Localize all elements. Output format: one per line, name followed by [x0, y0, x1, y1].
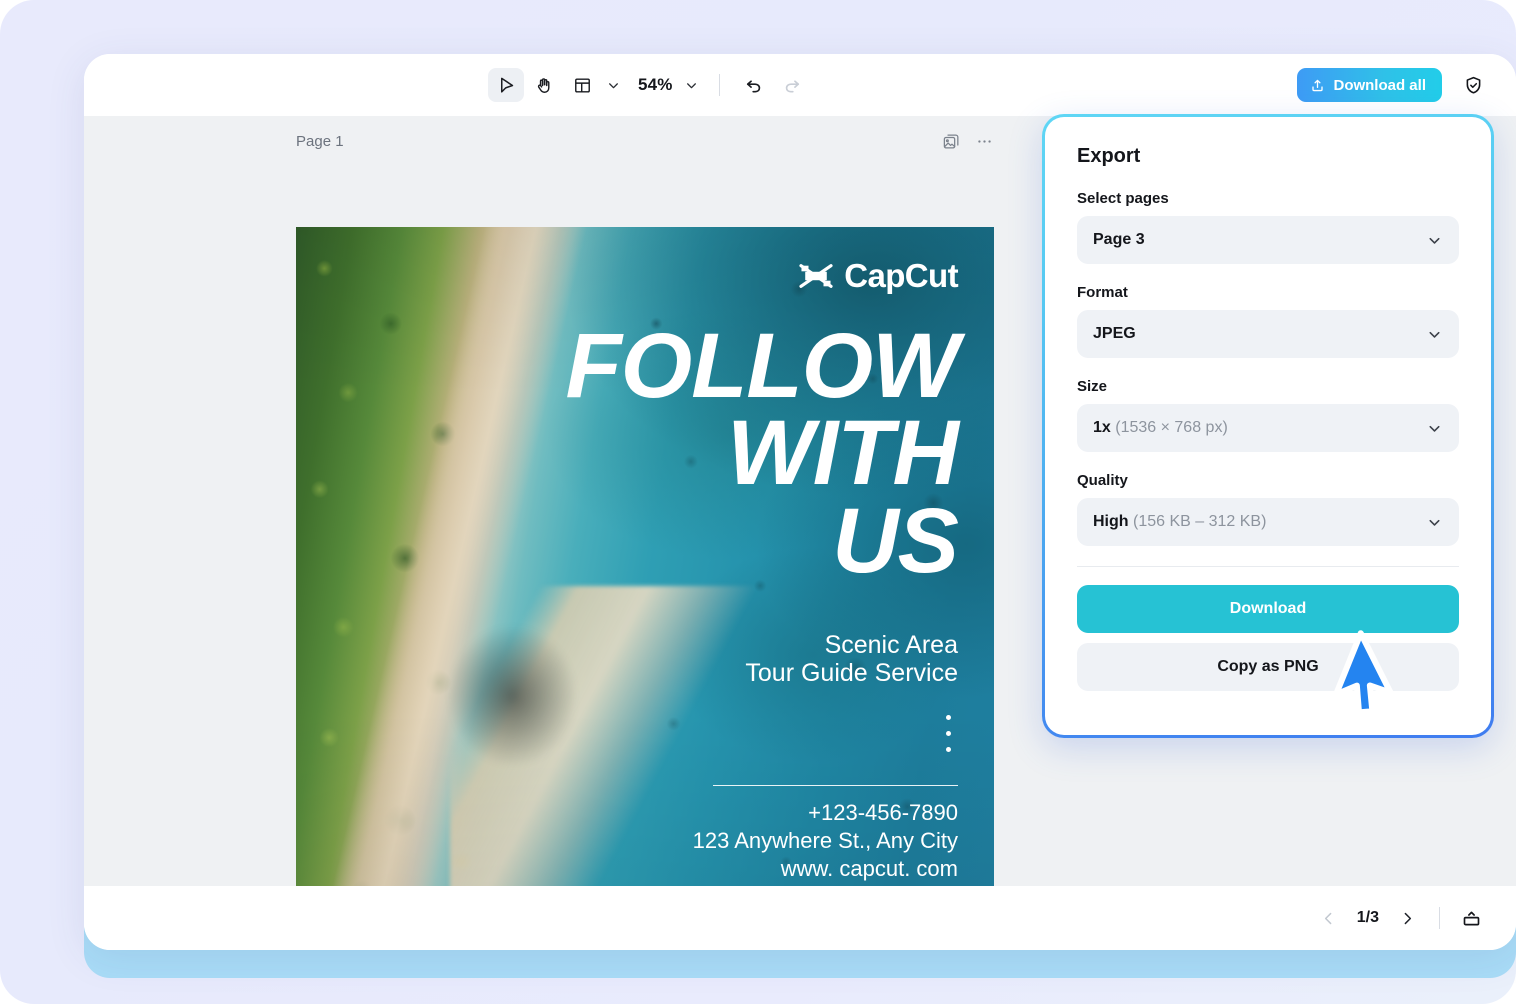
size-chevron	[1426, 420, 1443, 437]
page-header-row: Page 1	[296, 126, 994, 156]
poster-heading: FOLLOW WITH US	[398, 315, 959, 592]
poster-decorative-dots	[946, 715, 951, 752]
layout-dropdown-chevron[interactable]	[602, 70, 624, 100]
undo-button[interactable]	[736, 68, 772, 102]
poster-subtitle-line-1: Scenic Area	[824, 631, 958, 659]
quality-label: Quality	[1077, 472, 1128, 489]
toolbar-tool-group: 54%	[488, 54, 810, 116]
poster-artboard[interactable]: CapCut FOLLOW WITH US Scenic Area Tour G…	[296, 227, 994, 917]
zoom-dropdown-chevron[interactable]	[681, 70, 703, 100]
page-label: Page 1	[296, 132, 344, 150]
export-panel-title: Export	[1077, 145, 1141, 167]
download-button[interactable]: Download	[1077, 585, 1459, 633]
page-indicator: 1/3	[1356, 909, 1379, 926]
poster-brand-lockup: CapCut	[797, 257, 959, 295]
export-panel-inner: Export Select pages Page 3 Format JPEG S…	[1045, 117, 1491, 735]
select-pages-dropdown[interactable]: Page 3	[1077, 216, 1459, 264]
chevron-down-icon	[608, 82, 618, 88]
quality-dropdown[interactable]: High (156 KB – 312 KB)	[1077, 498, 1459, 546]
layout-grid-icon	[574, 77, 590, 93]
format-chevron	[1426, 326, 1443, 343]
shield-check-icon	[1466, 76, 1480, 94]
chevron-left-icon	[1325, 912, 1332, 924]
more-horizontal-icon	[978, 139, 991, 143]
poster-heading-line-2: WITH	[726, 402, 959, 505]
zoom-level-label[interactable]: 54%	[626, 75, 679, 95]
chevron-down-icon	[1429, 331, 1440, 338]
upload-share-icon	[1312, 79, 1324, 91]
select-tool-button[interactable]	[488, 68, 524, 102]
size-value-detail: (1536 × 768 px)	[1115, 419, 1228, 436]
poster-divider-top	[713, 785, 958, 786]
chevron-right-icon	[1404, 912, 1411, 924]
chevron-down-icon	[687, 82, 697, 88]
size-label: Size	[1077, 378, 1108, 395]
select-pages-value: Page 3	[1093, 231, 1145, 248]
poster-subtitle: Scenic Area Tour Guide Service	[745, 631, 958, 687]
hand-icon	[537, 77, 549, 93]
previous-page-button[interactable]	[1313, 902, 1345, 934]
duplicate-image-icon	[943, 134, 959, 148]
poster-brand-name: CapCut	[844, 257, 958, 294]
chevron-down-icon	[1429, 519, 1440, 526]
format-value: JPEG	[1093, 325, 1136, 342]
page-header-actions	[942, 132, 994, 151]
quality-value-detail: (156 KB – 312 KB)	[1133, 513, 1267, 530]
panel-toggle-button[interactable]	[1456, 903, 1486, 933]
poster-contact-phone: +123-456-7890	[808, 800, 958, 825]
poster-contact-website: www. capcut. com	[780, 856, 958, 882]
capcut-logo-icon	[799, 264, 833, 288]
page-more-options-button[interactable]	[975, 132, 994, 151]
poster-heading-line-1: FOLLOW	[565, 315, 959, 417]
format-dropdown[interactable]: JPEG	[1077, 310, 1459, 358]
undo-arrow-icon	[746, 80, 760, 93]
export-divider	[1077, 566, 1459, 567]
copy-as-png-button[interactable]: Copy as PNG	[1077, 643, 1459, 691]
redo-button[interactable]	[774, 68, 810, 102]
cursor-arrow-icon	[500, 77, 513, 93]
panel-toggle-icon	[1463, 911, 1479, 925]
duplicate-page-button[interactable]	[942, 132, 961, 151]
toolbar-divider	[718, 74, 720, 96]
export-panel: Export Select pages Page 3 Format JPEG S…	[1042, 114, 1494, 738]
quality-chevron	[1426, 514, 1443, 531]
poster-contact-address: 123 Anywhere St., Any City	[692, 828, 958, 854]
size-dropdown[interactable]: 1x (1536 × 768 px)	[1077, 404, 1459, 452]
toolbar: 54% Download all	[84, 54, 1516, 116]
shield-check-button[interactable]	[1458, 70, 1488, 100]
format-label: Format	[1077, 284, 1128, 301]
poster-contact-block: +123-456-7890 123 Anywhere St., Any City…	[693, 799, 958, 883]
status-bar: 1/3	[84, 886, 1516, 950]
chevron-down-icon	[1429, 425, 1440, 432]
download-all-label: Download all	[1333, 76, 1426, 94]
poster-heading-line-3: US	[832, 489, 959, 592]
hand-tool-button[interactable]	[526, 68, 562, 102]
poster-subtitle-line-2: Tour Guide Service	[745, 659, 958, 687]
quality-value: High (156 KB – 312 KB)	[1093, 513, 1267, 530]
next-page-button[interactable]	[1391, 902, 1423, 934]
chevron-down-icon	[1429, 237, 1440, 244]
statusbar-divider	[1439, 907, 1440, 929]
size-value: 1x (1536 × 768 px)	[1093, 419, 1228, 436]
select-pages-chevron	[1426, 232, 1443, 249]
layout-tool-button[interactable]	[564, 68, 600, 102]
redo-arrow-icon	[785, 80, 799, 93]
download-all-button[interactable]: Download all	[1297, 68, 1442, 102]
select-pages-label: Select pages	[1077, 190, 1169, 207]
